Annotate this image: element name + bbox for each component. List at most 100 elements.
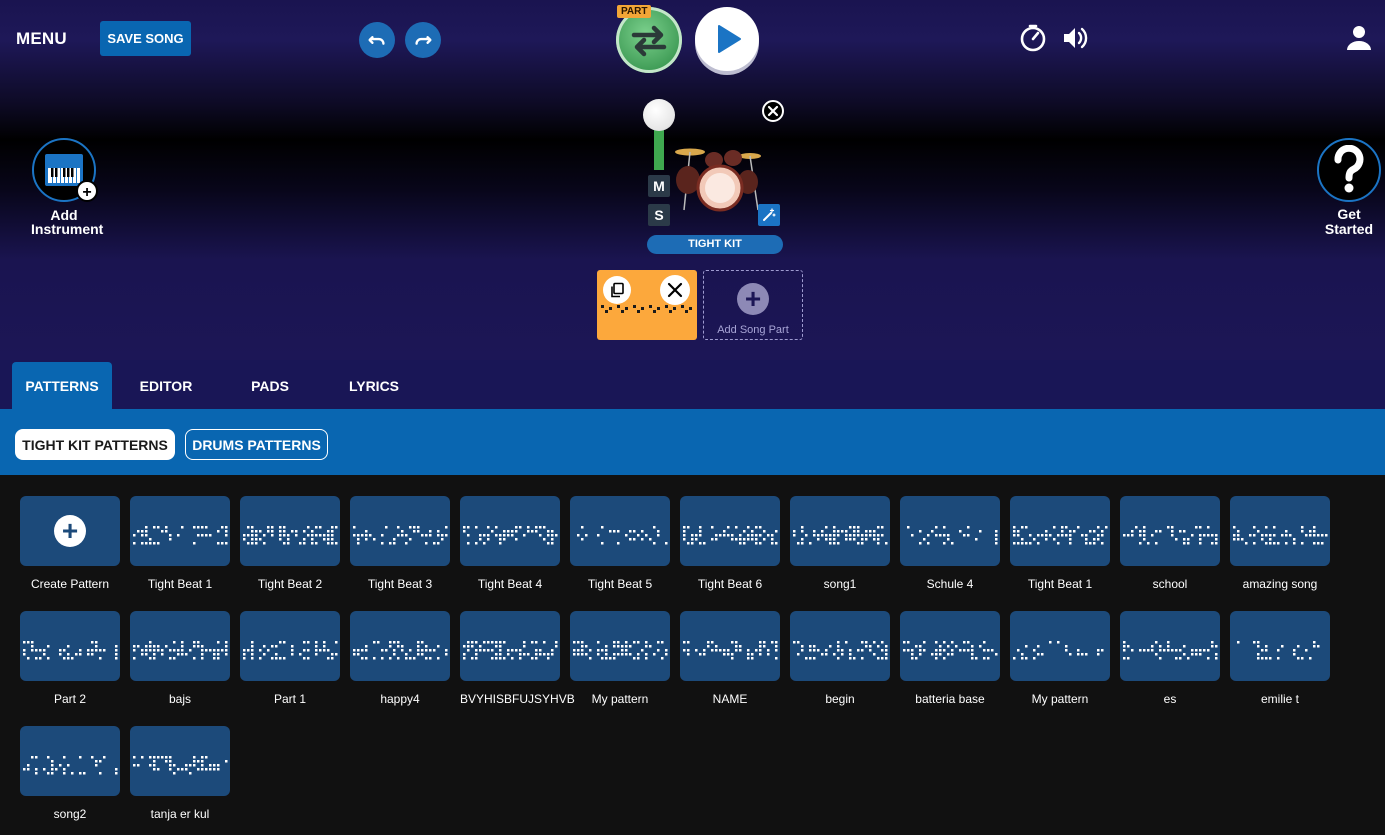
metronome-dial-icon: [1020, 24, 1046, 52]
user-icon: [1347, 26, 1371, 50]
pattern-item[interactable]: BVYHISBFUJSYHVB: [460, 611, 575, 706]
question-mark-icon: [1334, 145, 1364, 193]
pattern-thumbnail-icon: [463, 641, 558, 660]
volume-slider-knob[interactable]: [643, 99, 675, 131]
pattern-preview: [460, 611, 560, 681]
pattern-name: tanja er kul: [150, 807, 210, 821]
menu-button[interactable]: MENU: [16, 29, 67, 49]
add-song-part-button[interactable]: + Add Song Part: [703, 270, 803, 340]
pattern-thumbnail-icon: [1123, 526, 1218, 545]
mute-button[interactable]: M: [648, 175, 670, 197]
pattern-item[interactable]: Tight Beat 4: [460, 496, 560, 591]
tab-lyrics[interactable]: LYRICS: [340, 362, 408, 409]
duplicate-part-button[interactable]: [603, 276, 631, 304]
pattern-item[interactable]: Tight Beat 3: [350, 496, 450, 591]
pattern-name: bajs: [168, 692, 191, 706]
pattern-preview: [130, 611, 230, 681]
pattern-item[interactable]: amazing song: [1230, 496, 1330, 591]
delete-part-button[interactable]: [660, 275, 690, 305]
plus-icon: +: [54, 515, 86, 547]
pattern-name: My pattern: [591, 692, 649, 706]
tempo-button[interactable]: [1017, 22, 1049, 54]
pattern-name: batteria base: [915, 692, 985, 706]
pattern-preview: [130, 726, 230, 796]
pattern-thumbnail-icon: [353, 526, 448, 545]
pattern-item[interactable]: Tight Beat 1: [1010, 496, 1110, 591]
pattern-item[interactable]: Schule 4: [900, 496, 1000, 591]
part-loop-badge: PART: [617, 5, 652, 18]
pattern-item[interactable]: tanja er kul: [130, 726, 230, 821]
tab-pads[interactable]: PADS: [240, 362, 300, 409]
pattern-item[interactable]: school: [1120, 496, 1220, 591]
pattern-item[interactable]: es: [1120, 611, 1220, 706]
pattern-item[interactable]: song2: [20, 726, 120, 821]
auto-pattern-button[interactable]: [758, 204, 780, 226]
pattern-item[interactable]: Tight Beat 6: [680, 496, 780, 591]
remove-instrument-button[interactable]: [762, 100, 784, 122]
pattern-item[interactable]: emilie t: [1230, 611, 1330, 706]
pattern-item[interactable]: My pattern: [570, 611, 670, 706]
add-instrument-button[interactable]: + Add Instrument: [31, 138, 104, 237]
pattern-preview: [790, 611, 890, 681]
account-button[interactable]: [1343, 22, 1375, 54]
undo-button[interactable]: [359, 22, 395, 58]
redo-button[interactable]: [405, 22, 441, 58]
pattern-preview: [1230, 611, 1330, 681]
pattern-name: Schule 4: [926, 577, 974, 591]
pattern-preview: [790, 496, 890, 566]
magic-wand-icon: [763, 208, 776, 221]
tab-editor[interactable]: EDITOR: [126, 362, 206, 409]
pattern-preview: [1010, 611, 1110, 681]
pattern-thumbnail-icon: [793, 641, 888, 660]
pattern-name: Part 1: [273, 692, 306, 706]
pattern-preview: [680, 611, 780, 681]
pattern-preview: [570, 496, 670, 566]
pattern-item[interactable]: Tight Beat 1: [130, 496, 230, 591]
tab-patterns[interactable]: PATTERNS: [12, 362, 112, 409]
pattern-item[interactable]: Part 1: [240, 611, 340, 706]
pattern-name: Tight Beat 5: [587, 577, 653, 591]
add-instrument-label: Add Instrument: [31, 207, 104, 237]
song-part-block[interactable]: [597, 270, 697, 340]
play-button[interactable]: [695, 7, 759, 71]
pattern-thumbnail-icon: [23, 641, 118, 660]
pattern-item[interactable]: begin: [790, 611, 890, 706]
pattern-thumbnail-icon: [133, 526, 228, 545]
pattern-name: song1: [823, 577, 857, 591]
drums-patterns-tab[interactable]: DRUMS PATTERNS: [185, 429, 328, 460]
add-song-part-label: Add Song Part: [717, 324, 789, 336]
drum-kit-icon: [675, 148, 761, 212]
pattern-thumbnail-icon: [353, 641, 448, 660]
pattern-item[interactable]: batteria base: [900, 611, 1000, 706]
pattern-item[interactable]: Tight Beat 5: [570, 496, 670, 591]
pattern-thumbnail-icon: [463, 526, 558, 545]
pattern-item[interactable]: Tight Beat 2: [240, 496, 340, 591]
pattern-thumbnail-icon: [133, 641, 228, 660]
pattern-preview: [900, 611, 1000, 681]
create-pattern-label: Create Pattern: [30, 577, 110, 591]
pattern-item[interactable]: My pattern: [1010, 611, 1110, 706]
add-instrument-circle: +: [32, 138, 98, 202]
volume-button[interactable]: [1059, 22, 1091, 54]
pattern-thumbnail-icon: [683, 526, 778, 545]
pattern-name: happy4: [380, 692, 420, 706]
save-song-button[interactable]: SAVE SONG: [100, 21, 191, 56]
tight-kit-patterns-tab[interactable]: TIGHT KIT PATTERNS: [15, 429, 175, 460]
create-pattern-button[interactable]: + Create Pattern: [20, 496, 120, 591]
speaker-icon: [1064, 27, 1088, 49]
pattern-thumbnail-icon: [243, 641, 338, 660]
pattern-name: song2: [53, 807, 87, 821]
pattern-name: My pattern: [1031, 692, 1089, 706]
pattern-source-bar: TIGHT KIT PATTERNS DRUMS PATTERNS: [0, 409, 1385, 475]
copy-icon: [611, 282, 624, 298]
pattern-item[interactable]: NAME: [680, 611, 780, 706]
plus-icon: +: [76, 180, 98, 202]
pattern-item[interactable]: song1: [790, 496, 890, 591]
solo-button[interactable]: S: [648, 204, 670, 226]
pattern-item[interactable]: happy4: [350, 611, 450, 706]
instrument-name-button[interactable]: TIGHT KIT: [647, 235, 783, 254]
get-started-button[interactable]: Get Started: [1316, 138, 1382, 237]
pattern-item[interactable]: bajs: [130, 611, 230, 706]
pattern-thumbnail-icon: [577, 526, 668, 545]
pattern-item[interactable]: Part 2: [20, 611, 120, 706]
